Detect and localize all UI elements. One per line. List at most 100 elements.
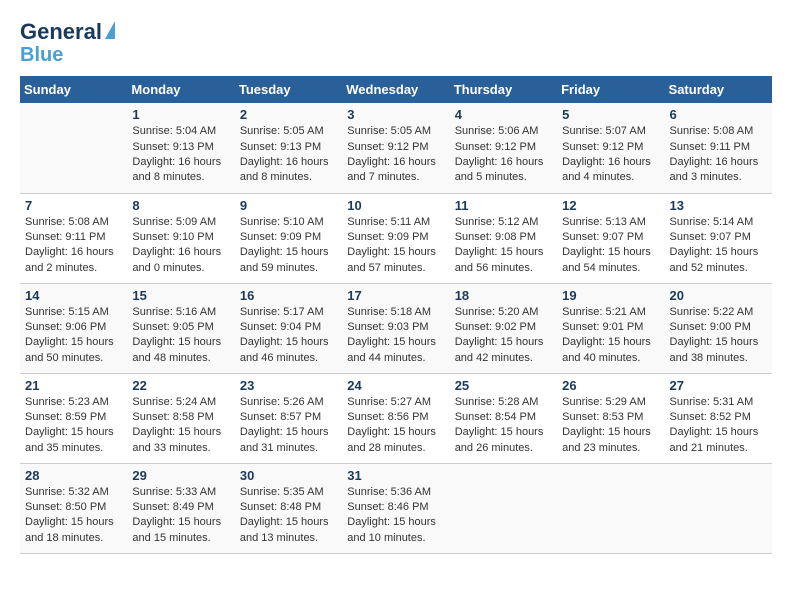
day-info: Sunrise: 5:31 AM Sunset: 8:52 PM Dayligh… (670, 395, 767, 457)
calendar-cell: 13 Sunrise: 5:14 AM Sunset: 9:07 PM Dayli… (665, 193, 772, 283)
calendar-cell: 31 Sunrise: 5:36 AM Sunset: 8:46 PM Dayli… (342, 463, 449, 553)
calendar-cell: 28Sunrise: 5:32 AM Sunset: 8:50 PM Dayli… (20, 463, 127, 553)
day-number: 19 (562, 288, 659, 303)
day-info: Sunrise: 5:21 AM Sunset: 9:01 PM Dayligh… (562, 305, 659, 367)
calendar-cell (557, 463, 664, 553)
day-number: 24 (347, 378, 444, 393)
day-info: Sunrise: 5:05 AM Sunset: 9:13 PM Dayligh… (240, 124, 337, 186)
day-info: Sunrise: 5:04 AM Sunset: 9:13 PM Dayligh… (132, 124, 229, 186)
calendar-cell: 8 Sunrise: 5:09 AM Sunset: 9:10 PM Daylig… (127, 193, 234, 283)
calendar-cell: 2 Sunrise: 5:05 AM Sunset: 9:13 PM Daylig… (235, 103, 342, 193)
column-header-friday: Friday (557, 76, 664, 103)
page-header: General Blue (20, 20, 772, 66)
week-row-4: 21 Sunrise: 5:23 AM Sunset: 8:59 PM Dayli… (20, 373, 772, 463)
calendar-cell: 16 Sunrise: 5:17 AM Sunset: 9:04 PM Dayli… (235, 283, 342, 373)
day-info: Sunrise: 5:35 AM Sunset: 8:48 PM Dayligh… (240, 485, 337, 547)
day-info: Sunrise: 5:11 AM Sunset: 9:09 PM Dayligh… (347, 215, 444, 277)
calendar-cell: 12Sunrise: 5:13 AM Sunset: 9:07 PM Dayli… (557, 193, 664, 283)
day-info: Sunrise: 5:22 AM Sunset: 9:00 PM Dayligh… (670, 305, 767, 367)
day-info: Sunrise: 5:07 AM Sunset: 9:12 PM Dayligh… (562, 124, 659, 186)
column-headers: SundayMondayTuesdayWednesdayThursdayFrid… (20, 76, 772, 103)
day-number: 22 (132, 378, 229, 393)
day-number: 16 (240, 288, 337, 303)
logo-text: General (20, 20, 102, 44)
day-number: 2 (240, 107, 337, 122)
day-info: Sunrise: 5:18 AM Sunset: 9:03 PM Dayligh… (347, 305, 444, 367)
day-info: Sunrise: 5:23 AM Sunset: 8:59 PM Dayligh… (25, 395, 122, 457)
calendar-cell: 22 Sunrise: 5:24 AM Sunset: 8:58 PM Dayli… (127, 373, 234, 463)
day-number: 8 (132, 198, 229, 213)
day-number: 13 (670, 198, 767, 213)
column-header-wednesday: Wednesday (342, 76, 449, 103)
day-info: Sunrise: 5:13 AM Sunset: 9:07 PM Dayligh… (562, 215, 659, 277)
day-info: Sunrise: 5:36 AM Sunset: 8:46 PM Dayligh… (347, 485, 444, 547)
calendar-cell: 14Sunrise: 5:15 AM Sunset: 9:06 PM Dayli… (20, 283, 127, 373)
calendar-cell: 21 Sunrise: 5:23 AM Sunset: 8:59 PM Dayli… (20, 373, 127, 463)
day-number: 23 (240, 378, 337, 393)
day-info: Sunrise: 5:10 AM Sunset: 9:09 PM Dayligh… (240, 215, 337, 277)
week-row-2: 7 Sunrise: 5:08 AM Sunset: 9:11 PM Daylig… (20, 193, 772, 283)
calendar-cell: 4 Sunrise: 5:06 AM Sunset: 9:12 PM Daylig… (450, 103, 557, 193)
day-info: Sunrise: 5:06 AM Sunset: 9:12 PM Dayligh… (455, 124, 552, 186)
calendar-table: SundayMondayTuesdayWednesdayThursdayFrid… (20, 76, 772, 554)
logo-blue-text: Blue (20, 44, 63, 66)
day-info: Sunrise: 5:08 AM Sunset: 9:11 PM Dayligh… (25, 215, 122, 277)
column-header-saturday: Saturday (665, 76, 772, 103)
week-row-3: 14Sunrise: 5:15 AM Sunset: 9:06 PM Dayli… (20, 283, 772, 373)
calendar-cell: 18 Sunrise: 5:20 AM Sunset: 9:02 PM Dayli… (450, 283, 557, 373)
day-number: 21 (25, 378, 122, 393)
calendar-cell: 11 Sunrise: 5:12 AM Sunset: 9:08 PM Dayli… (450, 193, 557, 283)
day-number: 1 (132, 107, 229, 122)
day-number: 30 (240, 468, 337, 483)
day-info: Sunrise: 5:17 AM Sunset: 9:04 PM Dayligh… (240, 305, 337, 367)
day-number: 3 (347, 107, 444, 122)
day-info: Sunrise: 5:20 AM Sunset: 9:02 PM Dayligh… (455, 305, 552, 367)
column-header-thursday: Thursday (450, 76, 557, 103)
logo-triangle-icon (105, 21, 115, 39)
day-number: 4 (455, 107, 552, 122)
day-info: Sunrise: 5:16 AM Sunset: 9:05 PM Dayligh… (132, 305, 229, 367)
day-number: 10 (347, 198, 444, 213)
day-info: Sunrise: 5:27 AM Sunset: 8:56 PM Dayligh… (347, 395, 444, 457)
calendar-cell (450, 463, 557, 553)
column-header-sunday: Sunday (20, 76, 127, 103)
day-number: 18 (455, 288, 552, 303)
day-number: 5 (562, 107, 659, 122)
day-number: 25 (455, 378, 552, 393)
day-number: 26 (562, 378, 659, 393)
calendar-cell: 25 Sunrise: 5:28 AM Sunset: 8:54 PM Dayli… (450, 373, 557, 463)
calendar-cell: 24 Sunrise: 5:27 AM Sunset: 8:56 PM Dayli… (342, 373, 449, 463)
calendar-cell: 30 Sunrise: 5:35 AM Sunset: 8:48 PM Dayli… (235, 463, 342, 553)
day-number: 31 (347, 468, 444, 483)
calendar-cell: 15 Sunrise: 5:16 AM Sunset: 9:05 PM Dayli… (127, 283, 234, 373)
calendar-cell: 3 Sunrise: 5:05 AM Sunset: 9:12 PM Daylig… (342, 103, 449, 193)
day-number: 6 (670, 107, 767, 122)
day-number: 14 (25, 288, 122, 303)
day-number: 27 (670, 378, 767, 393)
day-info: Sunrise: 5:26 AM Sunset: 8:57 PM Dayligh… (240, 395, 337, 457)
day-number: 15 (132, 288, 229, 303)
day-info: Sunrise: 5:05 AM Sunset: 9:12 PM Dayligh… (347, 124, 444, 186)
calendar-cell (665, 463, 772, 553)
calendar-cell: 10 Sunrise: 5:11 AM Sunset: 9:09 PM Dayli… (342, 193, 449, 283)
day-number: 7 (25, 198, 122, 213)
calendar-cell (20, 103, 127, 193)
calendar-cell: 6Sunrise: 5:08 AM Sunset: 9:11 PM Daylig… (665, 103, 772, 193)
calendar-cell: 19 Sunrise: 5:21 AM Sunset: 9:01 PM Dayli… (557, 283, 664, 373)
day-info: Sunrise: 5:28 AM Sunset: 8:54 PM Dayligh… (455, 395, 552, 457)
day-info: Sunrise: 5:33 AM Sunset: 8:49 PM Dayligh… (132, 485, 229, 547)
calendar-cell: 20Sunrise: 5:22 AM Sunset: 9:00 PM Dayli… (665, 283, 772, 373)
day-info: Sunrise: 5:09 AM Sunset: 9:10 PM Dayligh… (132, 215, 229, 277)
calendar-cell: 23 Sunrise: 5:26 AM Sunset: 8:57 PM Dayli… (235, 373, 342, 463)
column-header-tuesday: Tuesday (235, 76, 342, 103)
day-number: 11 (455, 198, 552, 213)
day-number: 17 (347, 288, 444, 303)
day-info: Sunrise: 5:24 AM Sunset: 8:58 PM Dayligh… (132, 395, 229, 457)
calendar-cell: 27 Sunrise: 5:31 AM Sunset: 8:52 PM Dayli… (665, 373, 772, 463)
calendar-cell: 26Sunrise: 5:29 AM Sunset: 8:53 PM Dayli… (557, 373, 664, 463)
day-info: Sunrise: 5:12 AM Sunset: 9:08 PM Dayligh… (455, 215, 552, 277)
calendar-cell: 1 Sunrise: 5:04 AM Sunset: 9:13 PM Daylig… (127, 103, 234, 193)
calendar-cell: 29Sunrise: 5:33 AM Sunset: 8:49 PM Dayli… (127, 463, 234, 553)
day-info: Sunrise: 5:14 AM Sunset: 9:07 PM Dayligh… (670, 215, 767, 277)
calendar-cell: 5 Sunrise: 5:07 AM Sunset: 9:12 PM Daylig… (557, 103, 664, 193)
